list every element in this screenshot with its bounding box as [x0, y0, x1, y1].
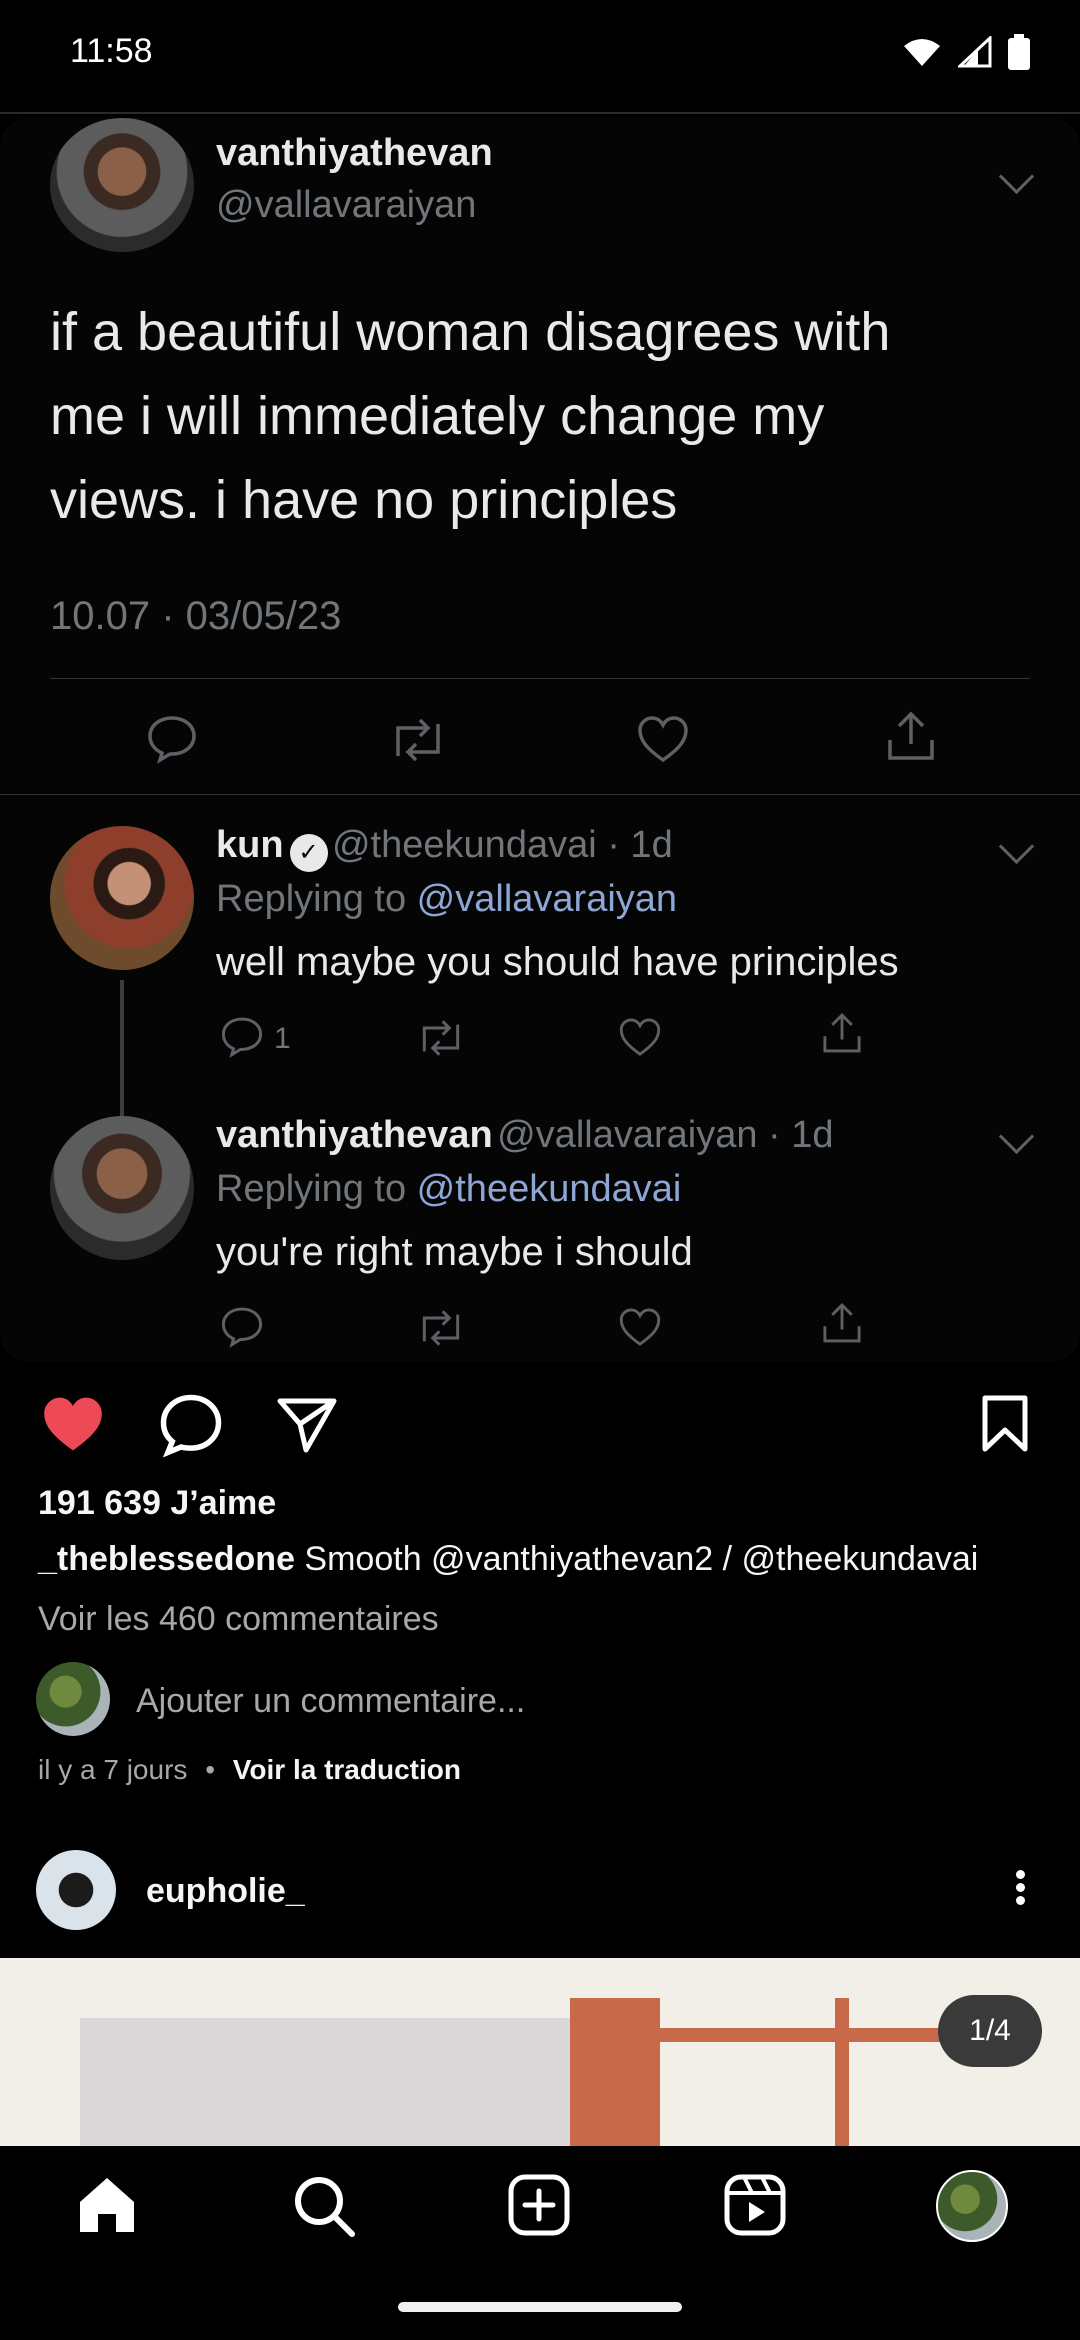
upload-icon [823, 1013, 861, 1053]
add-comment-input[interactable]: Ajouter un commentaire... [136, 1682, 525, 1721]
carousel-page-indicator: 1/4 [938, 1995, 1042, 2067]
current-user-avatar [36, 1662, 110, 1736]
gesture-home-bar[interactable] [398, 2302, 682, 2312]
tweet-timestamp: 10.07 · 03/05/23 [50, 594, 342, 638]
see-translation-link[interactable]: Voir la traduction [233, 1754, 461, 1785]
reply-name: kun [216, 824, 284, 866]
search-icon[interactable] [292, 2174, 356, 2238]
chevron-down-icon [998, 158, 1035, 195]
next-post-username[interactable]: eupholie_ [146, 1872, 305, 1911]
retweet-icon [422, 1020, 460, 1056]
replying-prefix: Replying to [216, 878, 417, 920]
post-image-tweet-screenshot[interactable]: vanthiyathevan @vallavaraiyan if a beaut… [0, 118, 1080, 1362]
create-icon[interactable] [508, 2174, 570, 2236]
chevron-down-icon [998, 828, 1035, 865]
battery-icon [1008, 34, 1030, 70]
heart-icon[interactable] [40, 1394, 106, 1454]
reply-text: well maybe you should have principles [216, 940, 899, 984]
time-ago: il y a 7 jours [38, 1754, 188, 1785]
replying-prefix: Replying to [216, 1168, 417, 1210]
image-shape [835, 1998, 849, 2146]
reply-text: you're right maybe i should [216, 1230, 693, 1274]
reply-avatar-vanthiyathevan [50, 1116, 194, 1260]
upload-icon [888, 711, 934, 760]
upload-icon [823, 1303, 861, 1343]
tweet-line-2: me i will immediately change my [50, 386, 825, 446]
profile-tab-avatar[interactable] [936, 2170, 1008, 2242]
reply-header: kun ✓ @theekundavai · 1d [216, 824, 673, 872]
reply-count: 1 [274, 1022, 291, 1055]
reply-icon [148, 716, 196, 764]
tweet-author-handle: @vallavaraiyan [216, 184, 477, 226]
signal-icon [958, 36, 992, 68]
comment-icon[interactable] [158, 1392, 224, 1458]
caption: _theblessedone Smooth @vanthiyathevan2 /… [38, 1540, 978, 1579]
next-post-image[interactable] [0, 1958, 1080, 2146]
reply-icon [221, 1017, 263, 1058]
share-icon[interactable] [276, 1396, 338, 1454]
reply-header: vanthiyathevan @vallavaraiyan · 1d [216, 1114, 834, 1157]
reply-icon [221, 1307, 263, 1348]
reply-handle: @theekundavai · 1d [332, 824, 673, 866]
like-outline-icon [619, 1308, 661, 1346]
status-bar: 11:58 [0, 0, 1080, 110]
divider [0, 794, 1080, 795]
tweet-author-avatar [50, 118, 194, 252]
bookmark-icon[interactable] [980, 1394, 1030, 1454]
wifi-icon [904, 39, 940, 66]
reply-handle: @vallavaraiyan · 1d [497, 1114, 834, 1156]
like-outline-icon [638, 716, 688, 763]
reply-name: vanthiyathevan [216, 1114, 493, 1156]
caption-username[interactable]: _theblessedone [38, 1540, 295, 1578]
tweet-line-3: views. i have no principles [50, 470, 678, 530]
view-comments-link[interactable]: Voir les 460 commentaires [38, 1600, 439, 1639]
replying-to: Replying to @vallavaraiyan [216, 878, 677, 921]
reply-avatar-kun [50, 826, 194, 970]
retweet-icon [422, 1310, 460, 1346]
divider [50, 678, 1030, 679]
post-meta: il y a 7 jours • Voir la traduction [38, 1754, 461, 1786]
status-icons [902, 34, 1030, 70]
retweet-icon [396, 718, 440, 762]
replying-to: Replying to @theekundavai [216, 1168, 681, 1211]
reels-icon[interactable] [724, 2174, 786, 2236]
home-icon[interactable] [76, 2174, 138, 2236]
status-time: 11:58 [70, 32, 153, 70]
meta-separator: • [205, 1754, 215, 1785]
verified-icon: ✓ [289, 833, 328, 872]
tweet-line-1: if a beautiful woman disagrees with [50, 302, 891, 362]
status-divider [0, 112, 1080, 114]
tweet-body: if a beautiful woman disagrees with me i… [50, 290, 1050, 542]
tweet-author-name: vanthiyathevan [216, 132, 493, 174]
mention-link: @theekundavai [416, 1168, 682, 1210]
chevron-down-icon [998, 1118, 1035, 1155]
image-shape [570, 1998, 660, 2146]
more-options-icon[interactable] [1016, 1866, 1025, 1909]
mention-link: @vallavaraiyan [416, 878, 678, 920]
next-post-avatar[interactable] [36, 1850, 116, 1930]
caption-text: Smooth @vanthiyathevan2 / @theekundavai [294, 1540, 979, 1578]
like-count[interactable]: 191 639 J’aime [38, 1484, 276, 1523]
like-outline-icon [619, 1018, 661, 1056]
